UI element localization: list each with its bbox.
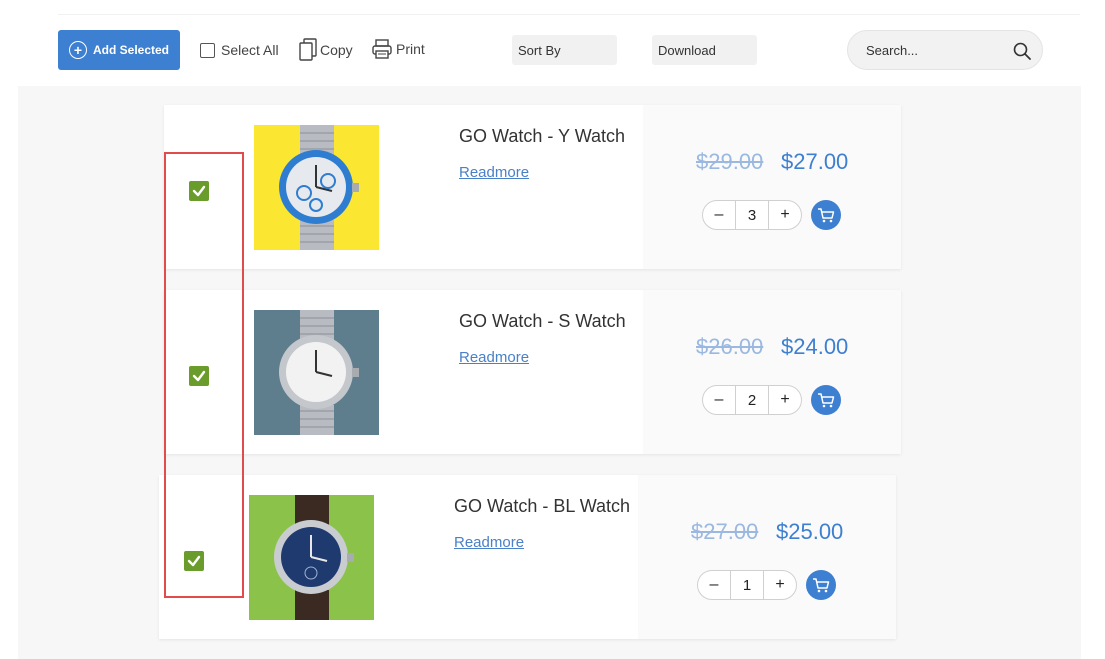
quantity-stepper: – 3 + [702, 200, 802, 230]
qty-decrement-button[interactable]: – [698, 576, 730, 594]
price-panel: $27.00 $25.00 – 1 + [638, 475, 896, 639]
product-name: GO Watch - Y Watch [459, 126, 626, 146]
product-card: GO Watch - BL Watch Readmore $27.00 $25.… [159, 475, 896, 639]
cart-icon [813, 578, 830, 593]
add-to-cart-button[interactable] [811, 385, 841, 415]
price-panel: $29.00 $27.00 – 3 + [643, 105, 901, 269]
qty-increment-button[interactable]: + [764, 576, 796, 594]
product-card: GO Watch - S Watch Readmore $26.00 $24.0… [164, 290, 901, 454]
old-price: $27.00 [691, 519, 759, 544]
product-name: GO Watch - BL Watch [454, 496, 631, 516]
product-thumbnail[interactable] [254, 310, 379, 435]
qty-increment-button[interactable]: + [769, 391, 801, 409]
watch-product-image [249, 495, 374, 620]
add-selected-label: Add Selected [92, 43, 170, 57]
product-thumbnail[interactable] [254, 125, 379, 250]
download-button[interactable]: Download [652, 35, 757, 65]
product-thumbnail[interactable] [249, 495, 374, 620]
copy-icon [299, 38, 317, 61]
sale-price: $27.00 [781, 149, 849, 174]
select-all-label: Select All [221, 42, 279, 58]
readmore-link[interactable]: Readmore [459, 349, 529, 366]
qty-decrement-button[interactable]: – [703, 206, 735, 224]
price-panel: $26.00 $24.00 – 2 + [643, 290, 901, 454]
search-box [847, 30, 1043, 70]
qty-value[interactable]: 2 [735, 386, 769, 414]
search-icon[interactable] [1012, 41, 1032, 61]
watch-product-image [254, 310, 379, 435]
sort-by-dropdown[interactable]: Sort By [512, 35, 617, 65]
select-all-control[interactable]: Select All [200, 42, 279, 58]
plus-circle-icon: + [68, 41, 87, 59]
copy-label: Copy [320, 42, 353, 58]
sale-price: $25.00 [776, 519, 844, 544]
watch-product-image [254, 125, 379, 250]
product-name: GO Watch - S Watch [459, 311, 626, 331]
readmore-link[interactable]: Readmore [459, 164, 529, 181]
product-card: GO Watch - Y Watch Readmore $29.00 $27.0… [164, 105, 901, 269]
old-price: $26.00 [696, 334, 764, 359]
printer-icon [372, 39, 392, 59]
qty-decrement-button[interactable]: – [703, 391, 735, 409]
quantity-stepper: – 2 + [702, 385, 802, 415]
copy-button[interactable]: Copy [299, 38, 353, 62]
print-label: Print [396, 41, 425, 57]
add-to-cart-button[interactable] [811, 200, 841, 230]
add-selected-button[interactable]: + Add Selected [58, 30, 180, 70]
toolbar: + Add Selected Select All Copy Print Sor… [0, 0, 1105, 86]
qty-increment-button[interactable]: + [769, 206, 801, 224]
select-all-checkbox[interactable] [200, 42, 215, 58]
old-price: $29.00 [696, 149, 764, 174]
sale-price: $24.00 [781, 334, 849, 359]
cart-icon [818, 393, 835, 408]
search-input[interactable] [866, 40, 1006, 60]
quantity-stepper: – 1 + [697, 570, 797, 600]
qty-value[interactable]: 1 [730, 571, 764, 599]
qty-value[interactable]: 3 [735, 201, 769, 229]
readmore-link[interactable]: Readmore [454, 534, 524, 551]
cart-icon [818, 208, 835, 223]
print-button[interactable]: Print [371, 38, 425, 60]
checkbox-highlight-frame [164, 152, 244, 598]
add-to-cart-button[interactable] [806, 570, 836, 600]
